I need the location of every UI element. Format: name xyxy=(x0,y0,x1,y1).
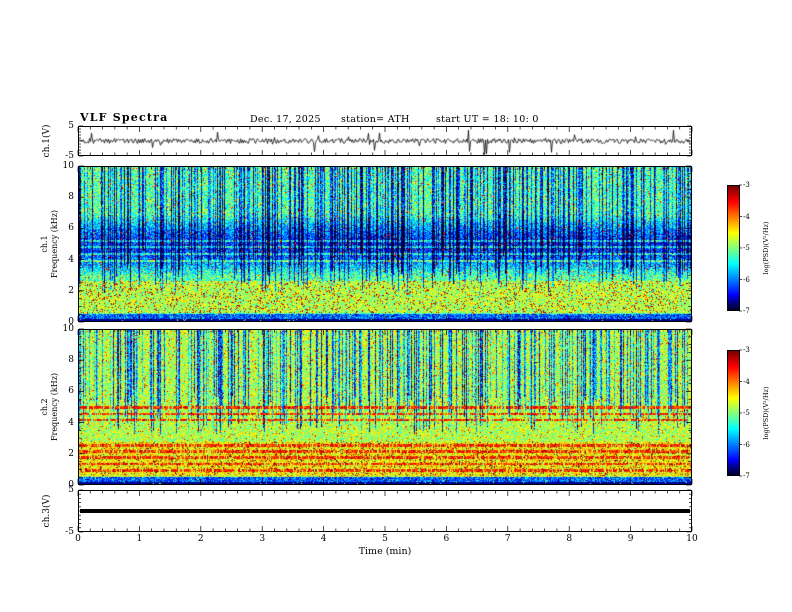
colorbar-ch2-label: log(PSD)(V²/Hz) xyxy=(762,386,770,440)
ch2-frequency-axis-label: ch.2 Frequency (kHz) xyxy=(40,373,60,441)
colorbar-tick-label: -7 xyxy=(743,472,750,480)
x-tick-label: 9 xyxy=(627,534,634,544)
x-tick-label: 7 xyxy=(504,534,511,544)
ch1-voltage-axis-label: ch.1(V) xyxy=(42,124,52,158)
y-tick-label: 2 xyxy=(68,285,74,296)
colorbar-tick-label: -6 xyxy=(743,440,750,449)
colorbar-tick-label: -5 xyxy=(743,409,750,417)
y-tick-label: 0 xyxy=(68,317,74,327)
colorbar-tick-label: -3 xyxy=(743,346,750,354)
colorbar-tick-label: -4 xyxy=(743,377,750,386)
colorbar-ch1-canvas xyxy=(728,186,739,310)
colorbar-tick-label: -4 xyxy=(743,212,750,221)
x-tick-label: 3 xyxy=(259,534,266,544)
ch2-label-line2: Frequency (kHz) xyxy=(50,372,59,442)
ch3-zero-line xyxy=(80,509,690,513)
ch2-label-line1: ch.2 xyxy=(40,398,49,416)
colorbar-ch2-canvas xyxy=(728,351,739,475)
x-tick-label: 1 xyxy=(136,534,143,544)
colorbar-tick-label: -3 xyxy=(743,181,750,189)
ch1-label-line2: Frequency (kHz) xyxy=(50,209,59,279)
ch1-waveform-canvas xyxy=(79,127,691,155)
y-tick-label: -5 xyxy=(65,527,74,537)
ch2-spectrogram-canvas xyxy=(79,330,691,484)
station-label: station= ATH xyxy=(341,114,410,125)
colorbar-tick-label: -6 xyxy=(743,275,750,284)
ch1-frequency-axis-label: ch.1 Frequency (kHz) xyxy=(40,210,60,278)
colorbar-tick-label: -7 xyxy=(743,307,750,315)
y-tick-label: 8 xyxy=(68,192,74,203)
y-tick-label: 0 xyxy=(68,480,74,490)
y-tick-label: 10 xyxy=(62,161,74,171)
x-tick-label: 2 xyxy=(197,534,204,544)
x-tick-label: 0 xyxy=(75,534,81,544)
time-axis-label: Time (min) xyxy=(358,546,412,557)
vlf-spectra-figure: VLF Spectra Dec. 17, 2025 station= ATH s… xyxy=(0,0,792,612)
y-tick-label: 10 xyxy=(62,324,74,334)
ch1-spectrogram-canvas xyxy=(79,167,691,321)
x-tick-label: 4 xyxy=(320,534,327,544)
figure-title: VLF Spectra xyxy=(80,111,169,124)
start-ut-label: start UT = 18: 10: 0 xyxy=(436,114,539,125)
y-tick-label: 8 xyxy=(68,355,74,366)
date-label: Dec. 17, 2025 xyxy=(250,114,321,125)
colorbar-tick-label: -5 xyxy=(743,244,750,252)
x-tick-label: 5 xyxy=(382,534,388,544)
x-tick-label: 8 xyxy=(566,534,573,544)
ch3-voltage-axis-label: ch.3(V) xyxy=(42,494,52,528)
ch1-label-line1: ch.1 xyxy=(40,235,49,253)
x-tick-label: 6 xyxy=(443,534,450,544)
colorbar-ch1-label: log(PSD)(V²/Hz) xyxy=(762,221,770,275)
y-tick-label: 2 xyxy=(68,448,74,459)
x-tick-label: 10 xyxy=(686,534,698,544)
